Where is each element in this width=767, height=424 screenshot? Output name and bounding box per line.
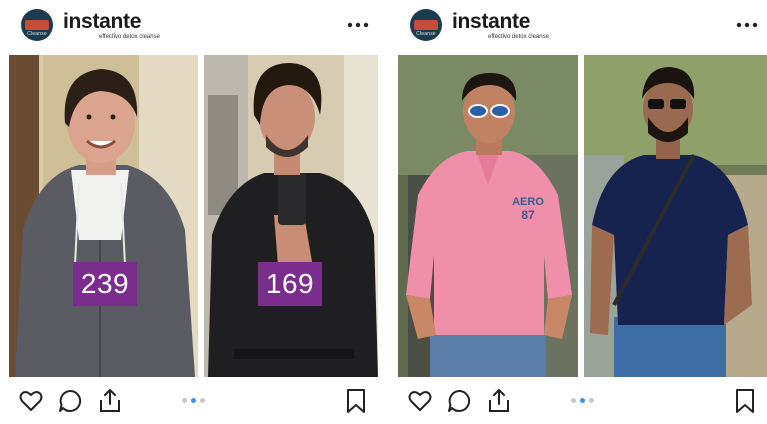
carousel-indicator	[571, 398, 601, 404]
avatar[interactable]: Cleanse	[410, 9, 442, 41]
avatar-logo-text: Cleanse	[416, 31, 436, 37]
carousel-dot	[200, 398, 205, 403]
post-card-travel: Cleanse instante effectivo detox cleanse	[394, 0, 767, 424]
post-header: Cleanse instante effectivo detox cleanse	[5, 0, 381, 50]
heart-icon[interactable]	[18, 388, 44, 414]
shirt-print-line1: AERO	[512, 196, 544, 208]
heart-icon[interactable]	[407, 388, 433, 414]
before-photo: 239	[9, 55, 198, 377]
share-icon[interactable]	[486, 388, 512, 414]
post-header: Cleanse instante effectivo detox cleanse	[394, 0, 767, 50]
navy-shirt-photo	[584, 55, 767, 377]
account-tagline: effectivo detox cleanse	[99, 34, 160, 40]
comment-bubble-icon[interactable]	[446, 388, 472, 414]
account-tagline: effectivo detox cleanse	[488, 34, 549, 40]
more-horizontal-icon[interactable]	[347, 22, 369, 28]
share-icon[interactable]	[97, 388, 123, 414]
avatar[interactable]: Cleanse	[21, 9, 53, 41]
more-horizontal-icon[interactable]	[736, 22, 758, 28]
post-actions-bar	[5, 386, 381, 418]
avatar-logo-text: Cleanse	[27, 31, 47, 37]
post-image-carousel[interactable]: 239 169	[9, 55, 378, 377]
pink-shirt-photo: AERO 87	[398, 55, 578, 377]
comment-bubble-icon[interactable]	[57, 388, 83, 414]
carousel-indicator	[182, 398, 212, 404]
account-name[interactable]: instante	[63, 11, 141, 33]
avatar-logo-band	[25, 20, 49, 30]
bookmark-icon[interactable]	[732, 388, 758, 414]
post-actions-bar	[394, 386, 767, 418]
carousel-dot	[571, 398, 576, 403]
carousel-dot-active	[191, 398, 196, 403]
after-photo: 169	[204, 55, 378, 377]
post-image-carousel[interactable]: AERO 87	[398, 55, 767, 377]
avatar-logo-band	[414, 20, 438, 30]
post-card-transformation: Cleanse instante effectivo detox cleanse	[5, 0, 381, 424]
before-weight-badge: 239	[73, 262, 137, 306]
after-weight-badge: 169	[258, 262, 322, 306]
carousel-dot-active	[580, 398, 585, 403]
carousel-dot	[589, 398, 594, 403]
bookmark-icon[interactable]	[343, 388, 369, 414]
shirt-print-line2: 87	[521, 208, 535, 222]
account-name[interactable]: instante	[452, 11, 530, 33]
carousel-dot	[182, 398, 187, 403]
